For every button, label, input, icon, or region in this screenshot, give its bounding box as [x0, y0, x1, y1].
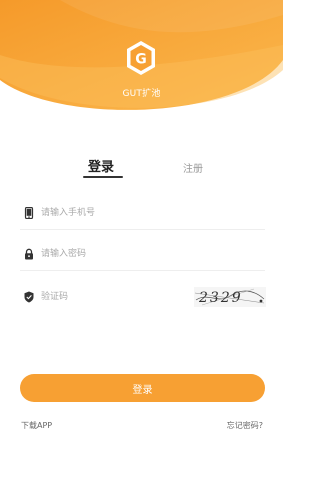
login-page: G GUT扩池 登录 注册 2329 — [0, 0, 283, 480]
app-name: GUT扩池 — [122, 89, 161, 99]
phone-field-row — [20, 199, 265, 230]
login-button[interactable]: 登录 — [20, 374, 265, 402]
captcha-text: 2329 — [198, 290, 243, 306]
lock-icon — [25, 248, 33, 260]
shield-icon — [24, 291, 34, 303]
logo-letter: G — [135, 52, 147, 68]
password-field-row — [20, 240, 265, 271]
captcha-input[interactable] — [41, 289, 191, 305]
phone-input[interactable] — [41, 205, 191, 221]
password-input[interactable] — [41, 246, 191, 262]
tab-register[interactable]: 注册 — [170, 160, 216, 175]
tab-login[interactable]: 登录 — [78, 156, 124, 175]
captcha-image[interactable]: 2329 — [194, 287, 266, 307]
phone-icon — [24, 207, 34, 219]
download-app-link[interactable]: 下载APP — [21, 420, 52, 431]
active-tab-indicator — [83, 176, 123, 178]
forgot-password-link[interactable]: 忘记密码? — [227, 420, 263, 431]
app-logo-icon: G — [127, 41, 155, 75]
captcha-field-row — [20, 283, 191, 314]
